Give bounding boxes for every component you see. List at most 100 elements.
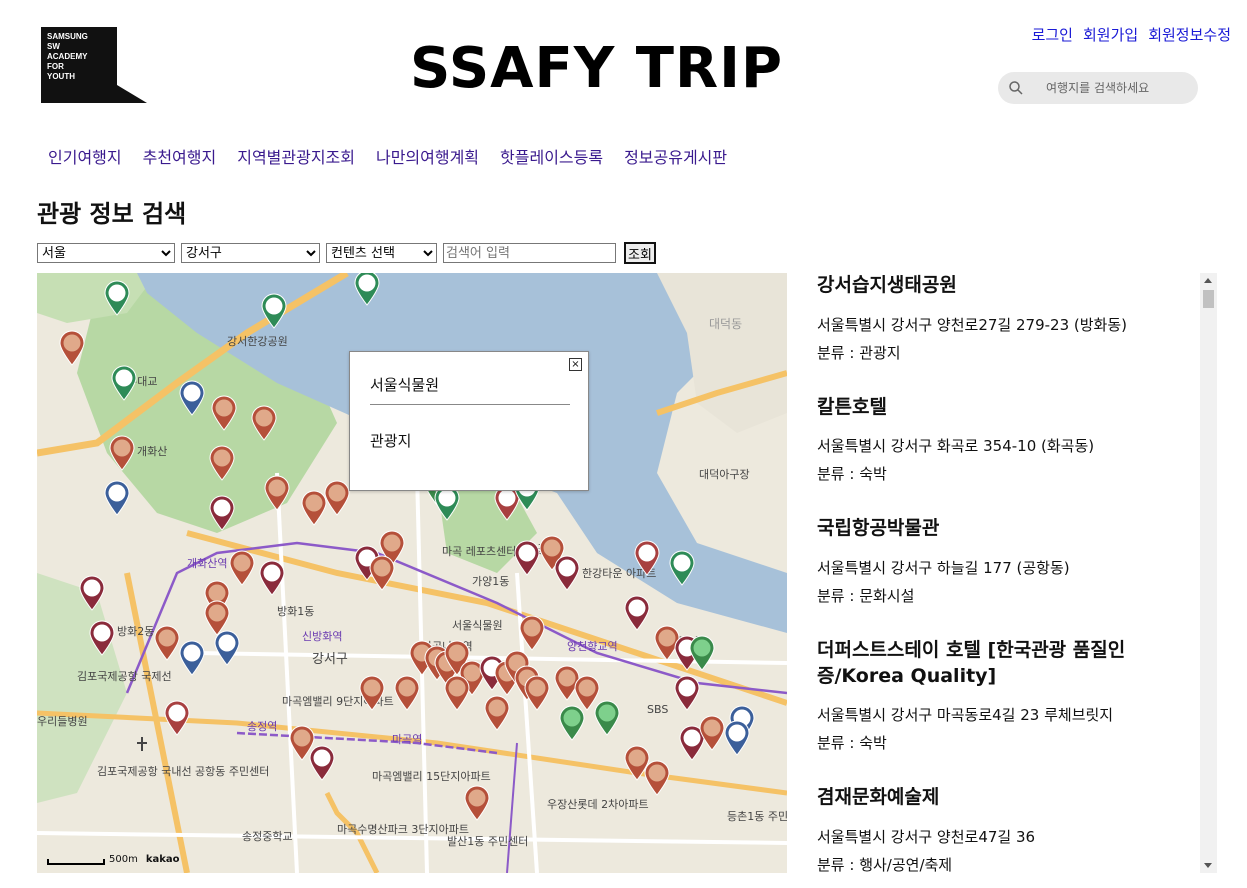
search-input[interactable] bbox=[1046, 81, 1176, 95]
restaurant-marker-icon[interactable] bbox=[58, 330, 86, 366]
ssafy-logo[interactable]: SAMSUNG SW ACADEMY FOR YOUTH bbox=[41, 27, 147, 103]
content-type-select[interactable]: 컨텐츠 선택 bbox=[326, 243, 437, 263]
edit-profile-link[interactable]: 회원정보수정 bbox=[1148, 24, 1231, 45]
sido-select[interactable]: 서울 bbox=[37, 243, 175, 263]
map-label: 마곡역 bbox=[392, 733, 423, 746]
tourist-spot-marker-icon[interactable] bbox=[260, 293, 288, 329]
nav-my-plan[interactable]: 나만의여행계획 bbox=[376, 144, 479, 168]
result-title[interactable]: 칼튼호텔 bbox=[817, 395, 1177, 421]
scale-bar bbox=[47, 859, 105, 865]
restaurant-marker-icon[interactable] bbox=[393, 675, 421, 711]
login-link[interactable]: 로그인 bbox=[1032, 24, 1073, 45]
result-category: 분류 : 행사/공연/축제 bbox=[817, 855, 953, 873]
popup-close-button[interactable]: × bbox=[569, 358, 582, 371]
tourist-spot-marker-icon[interactable] bbox=[110, 365, 138, 401]
restaurant-marker-icon[interactable] bbox=[358, 675, 386, 711]
tourist-spot-marker-icon[interactable] bbox=[103, 280, 131, 316]
logo-line-2: SW bbox=[47, 42, 60, 51]
restaurant-marker-icon[interactable] bbox=[263, 475, 291, 511]
result-category: 분류 : 관광지 bbox=[817, 343, 901, 362]
map-label: 서울식물원 bbox=[452, 619, 503, 632]
restaurant-marker-icon[interactable] bbox=[228, 550, 256, 586]
scroll-up-arrow[interactable] bbox=[1204, 278, 1212, 283]
search-submit-button[interactable]: 조회 bbox=[624, 242, 656, 264]
shopping-marker-icon[interactable] bbox=[208, 495, 236, 531]
map-label: 송정중학교 bbox=[242, 830, 293, 843]
lodging-marker-icon[interactable] bbox=[103, 480, 131, 516]
restaurant-marker-icon[interactable] bbox=[698, 715, 726, 751]
shopping-marker-icon[interactable] bbox=[258, 560, 286, 596]
leisure-marker-icon[interactable] bbox=[688, 635, 716, 671]
map-label: 우리들병원 bbox=[37, 715, 88, 728]
tourist-spot-marker-icon[interactable] bbox=[668, 550, 696, 586]
search-filters: 서울 강서구 컨텐츠 선택 조회 bbox=[37, 242, 656, 264]
result-item[interactable]: 강서습지생태공원 서울특별시 강서구 양천로27길 279-23 (방화동) 분… bbox=[817, 273, 1177, 367]
restaurant-marker-icon[interactable] bbox=[643, 760, 671, 796]
nav-popular[interactable]: 인기여행지 bbox=[48, 144, 122, 168]
restaurant-marker-icon[interactable] bbox=[208, 445, 236, 481]
leisure-marker-icon[interactable] bbox=[593, 700, 621, 736]
restaurant-marker-icon[interactable] bbox=[483, 695, 511, 731]
restaurant-marker-icon[interactable] bbox=[463, 785, 491, 821]
shopping-marker-icon[interactable] bbox=[308, 745, 336, 781]
shopping-marker-icon[interactable] bbox=[88, 620, 116, 656]
lodging-marker-icon[interactable] bbox=[178, 640, 206, 676]
restaurant-marker-icon[interactable] bbox=[443, 675, 471, 711]
restaurant-marker-icon[interactable] bbox=[210, 395, 238, 431]
result-title[interactable]: 국립항공박물관 bbox=[817, 516, 1177, 542]
nav-recommended[interactable]: 추천여행지 bbox=[143, 144, 217, 168]
page-title: 관광 정보 검색 bbox=[37, 200, 187, 228]
restaurant-marker-icon[interactable] bbox=[108, 435, 136, 471]
results-scrollbar[interactable] bbox=[1200, 273, 1217, 873]
culture-marker-icon[interactable] bbox=[163, 700, 191, 736]
logo-line-1: SAMSUNG bbox=[47, 32, 88, 41]
main-nav: 인기여행지 추천여행지 지역별관광지조회 나만의여행계획 핫플레이스등록 정보공… bbox=[48, 144, 727, 168]
result-item[interactable]: 국립항공박물관 서울특별시 강서구 하늘길 177 (공항동) 분류 : 문화시… bbox=[817, 516, 1177, 610]
result-item[interactable]: 겸재문화예술제 서울특별시 강서구 양천로47길 36 분류 : 행사/공연/축… bbox=[817, 785, 1177, 873]
map-label: 김포국제공항 국내선 bbox=[97, 765, 192, 778]
nav-region-search[interactable]: 지역별관광지조회 bbox=[237, 144, 355, 168]
signup-link[interactable]: 회원가입 bbox=[1083, 24, 1138, 45]
restaurant-marker-icon[interactable] bbox=[323, 480, 351, 516]
leisure-marker-icon[interactable] bbox=[558, 705, 586, 741]
restaurant-marker-icon[interactable] bbox=[153, 625, 181, 661]
result-title[interactable]: 강서습지생태공원 bbox=[817, 273, 1177, 299]
restaurant-marker-icon[interactable] bbox=[250, 405, 278, 441]
result-address: 서울특별시 강서구 양천로27길 279-23 (방화동) bbox=[817, 315, 1127, 334]
lodging-marker-icon[interactable] bbox=[178, 380, 206, 416]
scroll-thumb[interactable] bbox=[1203, 290, 1214, 308]
keyword-input[interactable] bbox=[443, 243, 616, 263]
scroll-down-arrow[interactable] bbox=[1204, 863, 1212, 868]
nav-board[interactable]: 정보공유게시판 bbox=[624, 144, 727, 168]
map-label: 마곡엠밸리 15단지아파트 bbox=[372, 770, 491, 783]
lodging-marker-icon[interactable] bbox=[723, 720, 751, 756]
nav-hotplace[interactable]: 핫플레이스등록 bbox=[500, 144, 603, 168]
shopping-marker-icon[interactable] bbox=[78, 575, 106, 611]
shopping-marker-icon[interactable] bbox=[673, 675, 701, 711]
restaurant-marker-icon[interactable] bbox=[368, 555, 396, 591]
map-info-popup: 서울식물원 관광지 × bbox=[349, 351, 589, 491]
restaurant-marker-icon[interactable] bbox=[518, 615, 546, 651]
result-title[interactable]: 겸재문화예술제 bbox=[817, 785, 1177, 811]
result-title[interactable]: 더퍼스트스테이 호텔 [한국관광 품질인증/Korea Quality] bbox=[817, 638, 1177, 689]
result-category: 분류 : 문화시설 bbox=[817, 586, 915, 605]
map-label: 우장산롯데 2차아파트 bbox=[547, 798, 649, 811]
popup-divider bbox=[370, 404, 570, 405]
map-label: 마곡수명산파크 3단지아파트 bbox=[337, 823, 469, 836]
map-view[interactable]: 개화산 강서구 마곡나루역 서울식물원 김포국제공항 국내선 김포국제공항 국제… bbox=[37, 273, 787, 873]
result-item[interactable]: 더퍼스트스테이 호텔 [한국관광 품질인증/Korea Quality] 서울특… bbox=[817, 638, 1177, 757]
culture-marker-icon[interactable] bbox=[633, 540, 661, 576]
map-label: 강서구 bbox=[312, 652, 348, 667]
site-title: SSAFY TRIP bbox=[410, 36, 783, 101]
shopping-marker-icon[interactable] bbox=[623, 595, 651, 631]
map-scale: 500m kakao bbox=[47, 854, 180, 865]
result-item[interactable]: 칼튼호텔 서울특별시 강서구 화곡로 354-10 (화곡동) 분류 : 숙박 bbox=[817, 395, 1177, 489]
lodging-marker-icon[interactable] bbox=[213, 630, 241, 666]
popup-category: 관광지 bbox=[370, 432, 412, 450]
tourist-spot-marker-icon[interactable] bbox=[353, 273, 381, 306]
logo-line-3: ACADEMY bbox=[47, 52, 88, 61]
shopping-marker-icon[interactable] bbox=[513, 540, 541, 576]
restaurant-marker-icon[interactable] bbox=[523, 675, 551, 711]
gugun-select[interactable]: 강서구 bbox=[181, 243, 320, 263]
shopping-marker-icon[interactable] bbox=[553, 555, 581, 591]
